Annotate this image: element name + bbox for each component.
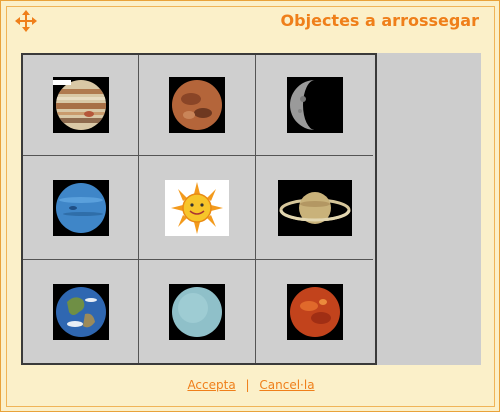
- dialog-window: Objectes a arrossegar Accepta | Cancel·l…: [0, 0, 500, 412]
- mars-image[interactable]: [169, 77, 225, 133]
- earth-image[interactable]: [52, 283, 109, 340]
- grid-cell[interactable]: [256, 156, 373, 260]
- saturn-image[interactable]: [277, 179, 352, 236]
- moon-image[interactable]: [286, 77, 343, 133]
- link-separator: |: [245, 378, 250, 392]
- accept-link[interactable]: Accepta: [187, 378, 235, 392]
- neptune-image[interactable]: [52, 179, 109, 236]
- cancel-link[interactable]: Cancel·la: [259, 378, 314, 392]
- dialog-footer: Accepta | Cancel·la: [1, 378, 500, 392]
- grid-cell[interactable]: [256, 260, 373, 363]
- drop-area[interactable]: [21, 53, 481, 365]
- dialog-title: Objectes a arrossegar: [280, 11, 479, 30]
- sun-image[interactable]: [165, 179, 229, 236]
- grid-cell[interactable]: [23, 156, 139, 260]
- venus-image[interactable]: [286, 283, 343, 340]
- move-icon[interactable]: [15, 10, 37, 32]
- jupiter-image[interactable]: [52, 77, 109, 133]
- grid-cell[interactable]: [139, 260, 256, 363]
- grid-cell[interactable]: [256, 55, 373, 156]
- grid-cell[interactable]: [23, 55, 139, 156]
- objects-grid: [21, 53, 377, 365]
- grid-cell[interactable]: [23, 260, 139, 363]
- grid-cell[interactable]: [139, 55, 256, 156]
- uranus-image[interactable]: [169, 283, 225, 340]
- grid-cell[interactable]: [139, 156, 256, 260]
